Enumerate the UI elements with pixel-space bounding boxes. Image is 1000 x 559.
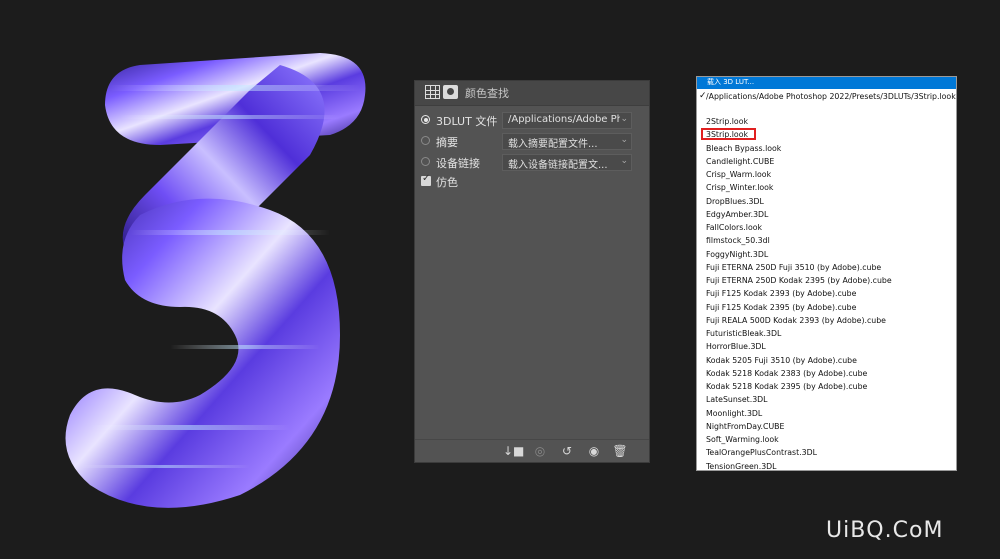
select-abstract[interactable]: 载入摘要配置文件... ⌄ [502, 133, 632, 150]
label-dither: 仿色 [436, 176, 458, 189]
layer-mask-icon[interactable] [443, 85, 458, 99]
dropdown-item[interactable]: FuturisticBleak.3DL [706, 329, 781, 342]
dither-checkbox[interactable] [421, 173, 431, 186]
watermark: UiBQ.CoM [826, 518, 944, 543]
dropdown-selected-item[interactable]: 载入 3D LUT... [697, 77, 956, 89]
dropdown-item[interactable]: Kodak 5205 Fuji 3510 (by Adobe).cube [706, 356, 857, 369]
dropdown-item[interactable]: FallColors.look [706, 223, 762, 236]
dropdown-item[interactable]: Kodak 5218 Kodak 2383 (by Adobe).cube [706, 369, 867, 382]
select-3dlut-file[interactable]: /Applications/Adobe Pho... ⌄ [502, 112, 632, 129]
clip-to-layer-icon[interactable]: ↓■ [503, 442, 524, 460]
dropdown-item[interactable]: Fuji F125 Kodak 2393 (by Adobe).cube [706, 289, 856, 302]
dropdown-item[interactable]: filmstock_50.3dl [706, 236, 770, 249]
dropdown-item[interactable]: Kodak 5218 Kodak 2395 (by Adobe).cube [706, 382, 867, 395]
dropdown-item[interactable]: LateSunset.3DL [706, 395, 768, 408]
panel-footer: ↓■ ◎ ↺ ◉ 🗑 [415, 439, 649, 462]
radio-abstract[interactable] [421, 136, 430, 145]
adjustment-grid-icon[interactable] [425, 85, 440, 99]
radio-device-link[interactable] [421, 157, 430, 166]
radio-3dlut-file[interactable] [421, 115, 430, 124]
dropdown-item[interactable]: Fuji ETERNA 250D Fuji 3510 (by Adobe).cu… [706, 263, 881, 276]
dropdown-item[interactable]: Crisp_Winter.look [706, 183, 773, 196]
dropdown-selected-label: 载入 3D LUT... [707, 78, 755, 86]
dropdown-item[interactable]: Crisp_Warm.look [706, 170, 771, 183]
panel-header: 颜色查找 [415, 81, 649, 106]
panel-title: 颜色查找 [465, 87, 509, 100]
dropdown-item[interactable]: Fuji REALA 500D Kodak 2393 (by Adobe).cu… [706, 316, 886, 329]
trash-icon[interactable]: 🗑 [611, 442, 629, 460]
dropdown-current-path[interactable]: ✓ /Applications/Adobe Photoshop 2022/Pre… [697, 91, 956, 105]
current-path-label: /Applications/Adobe Photoshop 2022/Prese… [706, 92, 956, 101]
select-device-link[interactable]: 载入设备链接配置文... ⌄ [502, 154, 632, 171]
dropdown-item[interactable]: DropBlues.3DL [706, 197, 764, 210]
row-3dlut-file: 3DLUT 文件 /Applications/Adobe Pho... ⌄ [415, 112, 649, 130]
row-device-link: 设备链接 载入设备链接配置文... ⌄ [415, 154, 649, 172]
lut-dropdown-list: 载入 3D LUT... ✓ /Applications/Adobe Photo… [696, 76, 957, 471]
label-abstract: 摘要 [436, 136, 458, 149]
dropdown-item[interactable]: Bleach Bypass.look [706, 144, 781, 157]
row-dither: 仿色 [415, 173, 649, 191]
dropdown-item[interactable]: Soft_Warming.look [706, 435, 779, 448]
dropdown-item[interactable]: Moonlight.3DL [706, 409, 762, 422]
dropdown-item[interactable]: FoggyNight.3DL [706, 250, 768, 263]
select-3dlut-value: /Applications/Adobe Pho... [508, 114, 620, 125]
artwork-number-3 [65, 53, 366, 508]
view-previous-state-icon[interactable]: ◎ [531, 442, 549, 460]
dropdown-item[interactable]: NightFromDay.CUBE [706, 422, 784, 435]
color-lookup-panel: 颜色查找 3DLUT 文件 /Applications/Adobe Pho...… [414, 80, 650, 463]
dropdown-item[interactable]: Fuji ETERNA 250D Kodak 2395 (by Adobe).c… [706, 276, 892, 289]
dropdown-item[interactable]: EdgyAmber.3DL [706, 210, 768, 223]
row-abstract: 摘要 载入摘要配置文件... ⌄ [415, 133, 649, 151]
chevron-down-icon: ⌄ [620, 135, 628, 145]
dropdown-item[interactable]: TensionGreen.3DL [706, 462, 777, 471]
reset-icon[interactable]: ↺ [558, 442, 576, 460]
dropdown-item[interactable]: HorrorBlue.3DL [706, 342, 766, 355]
visibility-eye-icon[interactable]: ◉ [585, 442, 603, 460]
select-device-link-value: 载入设备链接配置文... [508, 160, 608, 171]
dropdown-item[interactable]: TealOrangePlusContrast.3DL [706, 448, 817, 461]
chevron-down-icon: ⌄ [620, 114, 628, 124]
dropdown-item[interactable]: Candlelight.CUBE [706, 157, 774, 170]
label-3dlut-file: 3DLUT 文件 [436, 115, 498, 128]
select-abstract-value: 载入摘要配置文件... [508, 139, 598, 150]
highlight-box [701, 128, 756, 140]
chevron-down-icon: ⌄ [620, 156, 628, 166]
dropdown-item[interactable]: Fuji F125 Kodak 2395 (by Adobe).cube [706, 303, 856, 316]
label-device-link: 设备链接 [436, 157, 480, 170]
